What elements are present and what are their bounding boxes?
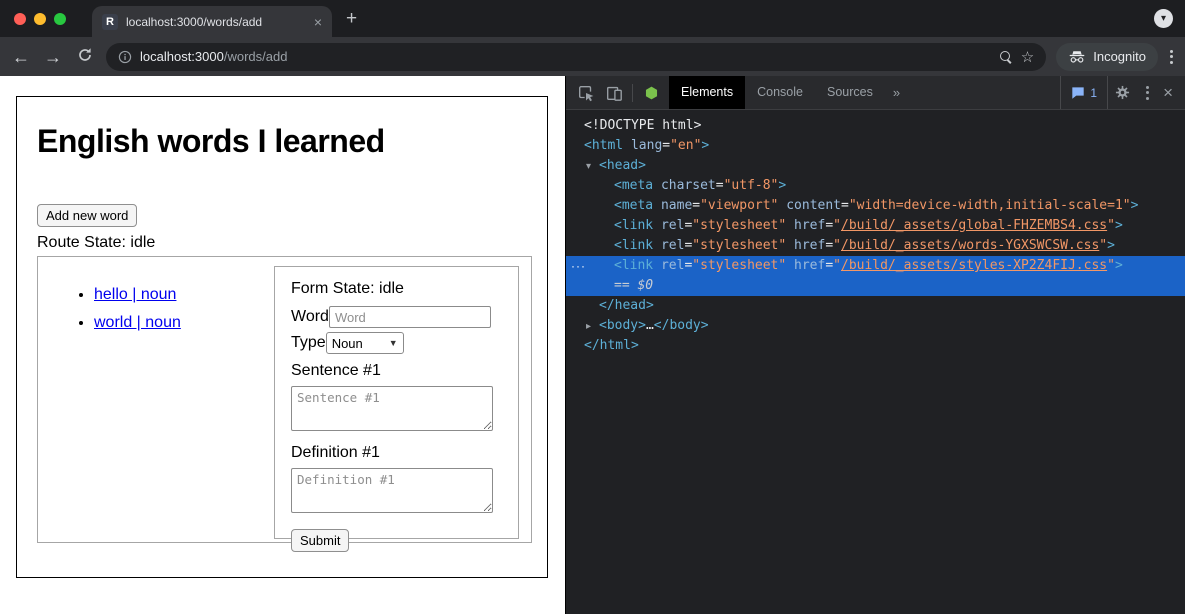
browser-tab-strip: R localhost:3000/words/add × + ▾: [0, 0, 1185, 37]
word-label: Word: [291, 308, 329, 326]
dom-tree-line[interactable]: </html>: [566, 336, 1185, 356]
settings-gear-icon[interactable]: [1108, 76, 1136, 110]
collapse-arrow-icon[interactable]: ▾: [586, 157, 599, 177]
remix-favicon-icon: R: [102, 14, 118, 30]
dom-tree-line[interactable]: ▸<body>…</body>: [566, 316, 1185, 336]
word-link[interactable]: hello | noun: [94, 286, 176, 303]
incognito-label: Incognito: [1093, 49, 1146, 64]
type-label: Type: [291, 334, 326, 352]
window-controls: [0, 13, 80, 25]
dom-tree: <!DOCTYPE html><html lang="en">▾<head><m…: [566, 110, 1185, 614]
page-title: English words I learned: [37, 123, 530, 160]
reload-icon: [77, 47, 93, 63]
close-window-button[interactable]: [14, 13, 26, 25]
sentence-label: Sentence #1: [291, 362, 502, 380]
issues-bubble-icon: [1071, 86, 1085, 100]
dom-tree-line[interactable]: <meta charset="utf-8">: [566, 176, 1185, 196]
word-list-item: hello | noun: [94, 286, 181, 304]
devtools-tabs: ElementsConsoleSources: [669, 76, 885, 109]
browser-window: R localhost:3000/words/add × + ▾ ← → loc…: [0, 0, 1185, 614]
tab-search-button[interactable]: ▾: [1154, 9, 1173, 28]
zoom-icon[interactable]: [999, 50, 1013, 64]
forward-button[interactable]: →: [42, 48, 64, 66]
word-list-item: world | noun: [94, 314, 181, 332]
bookmark-star-icon[interactable]: ☆: [1021, 48, 1034, 66]
dom-tree-line[interactable]: </head>: [566, 296, 1185, 316]
word-list: hello | noun world | noun: [46, 286, 181, 533]
device-toolbar-icon[interactable]: [600, 76, 628, 110]
dom-tree-line[interactable]: <!DOCTYPE html>: [566, 116, 1185, 136]
word-link[interactable]: world | noun: [94, 314, 181, 331]
route-state-text: Route State: idle: [37, 234, 530, 252]
sentence-textarea[interactable]: [291, 386, 493, 431]
add-word-button[interactable]: Add new word: [37, 204, 137, 227]
back-button[interactable]: ←: [10, 48, 32, 66]
type-select[interactable]: Noun ▼: [326, 332, 404, 354]
dom-tree-line[interactable]: ···<link rel="stylesheet" href="/build/_…: [566, 256, 1185, 276]
dom-tree-line[interactable]: <html lang="en">: [566, 136, 1185, 156]
devtools-menu-icon[interactable]: [1136, 86, 1159, 100]
node-hexagon-icon[interactable]: [637, 76, 665, 110]
words-panel: hello | noun world | noun Form State: idl…: [37, 256, 532, 543]
chevron-down-icon: ▼: [389, 338, 398, 348]
address-bar[interactable]: localhost:3000/words/add ☆: [106, 43, 1046, 71]
word-input[interactable]: [329, 306, 491, 328]
devtools-panel: ElementsConsoleSources » 1 × <!DOCTYPE h…: [565, 76, 1185, 614]
page-content: English words I learned Add new word Rou…: [0, 76, 565, 614]
issues-button[interactable]: 1: [1060, 76, 1108, 109]
dom-tree-line[interactable]: ▾<head>: [566, 156, 1185, 176]
word-form: Form State: idle Word Type Noun ▼: [274, 266, 519, 539]
new-tab-button[interactable]: +: [346, 8, 357, 30]
fullscreen-window-button[interactable]: [54, 13, 66, 25]
browser-toolbar: ← → localhost:3000/words/add ☆ Incognito: [0, 37, 1185, 76]
node-options-icon[interactable]: ···: [571, 256, 586, 276]
more-panels-button[interactable]: »: [885, 85, 908, 100]
incognito-badge: Incognito: [1056, 43, 1158, 71]
dom-tree-line[interactable]: <link rel="stylesheet" href="/build/_ass…: [566, 236, 1185, 256]
definition-label: Definition #1: [291, 444, 502, 462]
devtools-tab-console[interactable]: Console: [745, 76, 815, 109]
tab-close-icon[interactable]: ×: [314, 15, 322, 29]
expand-arrow-icon[interactable]: ▸: [586, 317, 599, 337]
dom-tree-line[interactable]: <link rel="stylesheet" href="/build/_ass…: [566, 216, 1185, 236]
type-select-value: Noun: [332, 336, 363, 351]
submit-button[interactable]: Submit: [291, 529, 349, 552]
page-info-icon[interactable]: [118, 50, 132, 64]
minimize-window-button[interactable]: [34, 13, 46, 25]
devtools-tab-sources[interactable]: Sources: [815, 76, 885, 109]
dom-tree-line[interactable]: == $0: [566, 276, 1185, 296]
incognito-spy-icon: [1068, 50, 1086, 64]
devtools-toolbar: ElementsConsoleSources » 1 ×: [566, 76, 1185, 110]
definition-textarea[interactable]: [291, 468, 493, 513]
browser-tab[interactable]: R localhost:3000/words/add ×: [92, 6, 332, 37]
issues-count: 1: [1090, 86, 1097, 100]
tab-title: localhost:3000/words/add: [126, 15, 306, 29]
devtools-tab-elements[interactable]: Elements: [669, 76, 745, 109]
devtools-close-button[interactable]: ×: [1159, 84, 1185, 101]
form-state-text: Form State: idle: [291, 280, 502, 298]
browser-menu-icon[interactable]: [1168, 48, 1175, 66]
reload-button[interactable]: [74, 47, 96, 66]
inspect-element-icon[interactable]: [572, 76, 600, 110]
app-card: English words I learned Add new word Rou…: [16, 96, 548, 578]
dom-tree-line[interactable]: <meta name="viewport" content="width=dev…: [566, 196, 1185, 216]
url-text[interactable]: localhost:3000/words/add: [140, 49, 287, 64]
